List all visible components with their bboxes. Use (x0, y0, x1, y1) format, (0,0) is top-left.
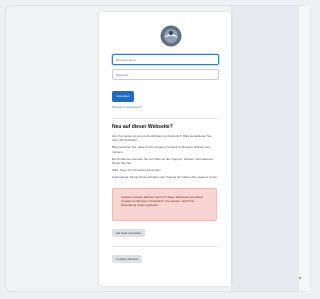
side-panel (231, 6, 299, 291)
info-paragraph: Bei Problemen wenden Sie sich bitte an d… (112, 156, 214, 166)
forgot-password-link[interactable]: Kennwort vergessen? (112, 105, 220, 109)
chevron-down-icon[interactable]: ▾ (297, 276, 303, 282)
info-paragraph: Bitte beachten Sie, dass für den Zugang … (112, 145, 211, 154)
info-paragraph: Hilfe: Tipps zur Anmeldung anzeigen (112, 168, 161, 173)
divider (112, 245, 219, 247)
guest-login-button[interactable]: Als Gast anmelden (112, 228, 146, 237)
info-paragraph: Gastzugang: Einige Kurse erlauben den Zu… (112, 175, 218, 180)
site-logo (160, 25, 182, 47)
username-input[interactable] (112, 54, 219, 65)
login-card: Anmelden Kennwort vergessen? Neu auf die… (99, 12, 231, 286)
right-edge (299, 6, 310, 291)
cookie-alert: Cookies müssen aktiviert sein! Für diese… (112, 187, 217, 221)
password-input[interactable] (112, 69, 219, 80)
cookies-notice-button[interactable]: Cookies-Hinweis (112, 254, 143, 263)
info-paragraph: Zum Anmelden ist eine Authentifizierung … (112, 134, 212, 143)
login-button[interactable]: Anmelden (112, 91, 134, 102)
divider (112, 118, 219, 119)
logo-area (110, 12, 220, 54)
info-heading: Neu auf dieser Webseite? (112, 124, 173, 130)
